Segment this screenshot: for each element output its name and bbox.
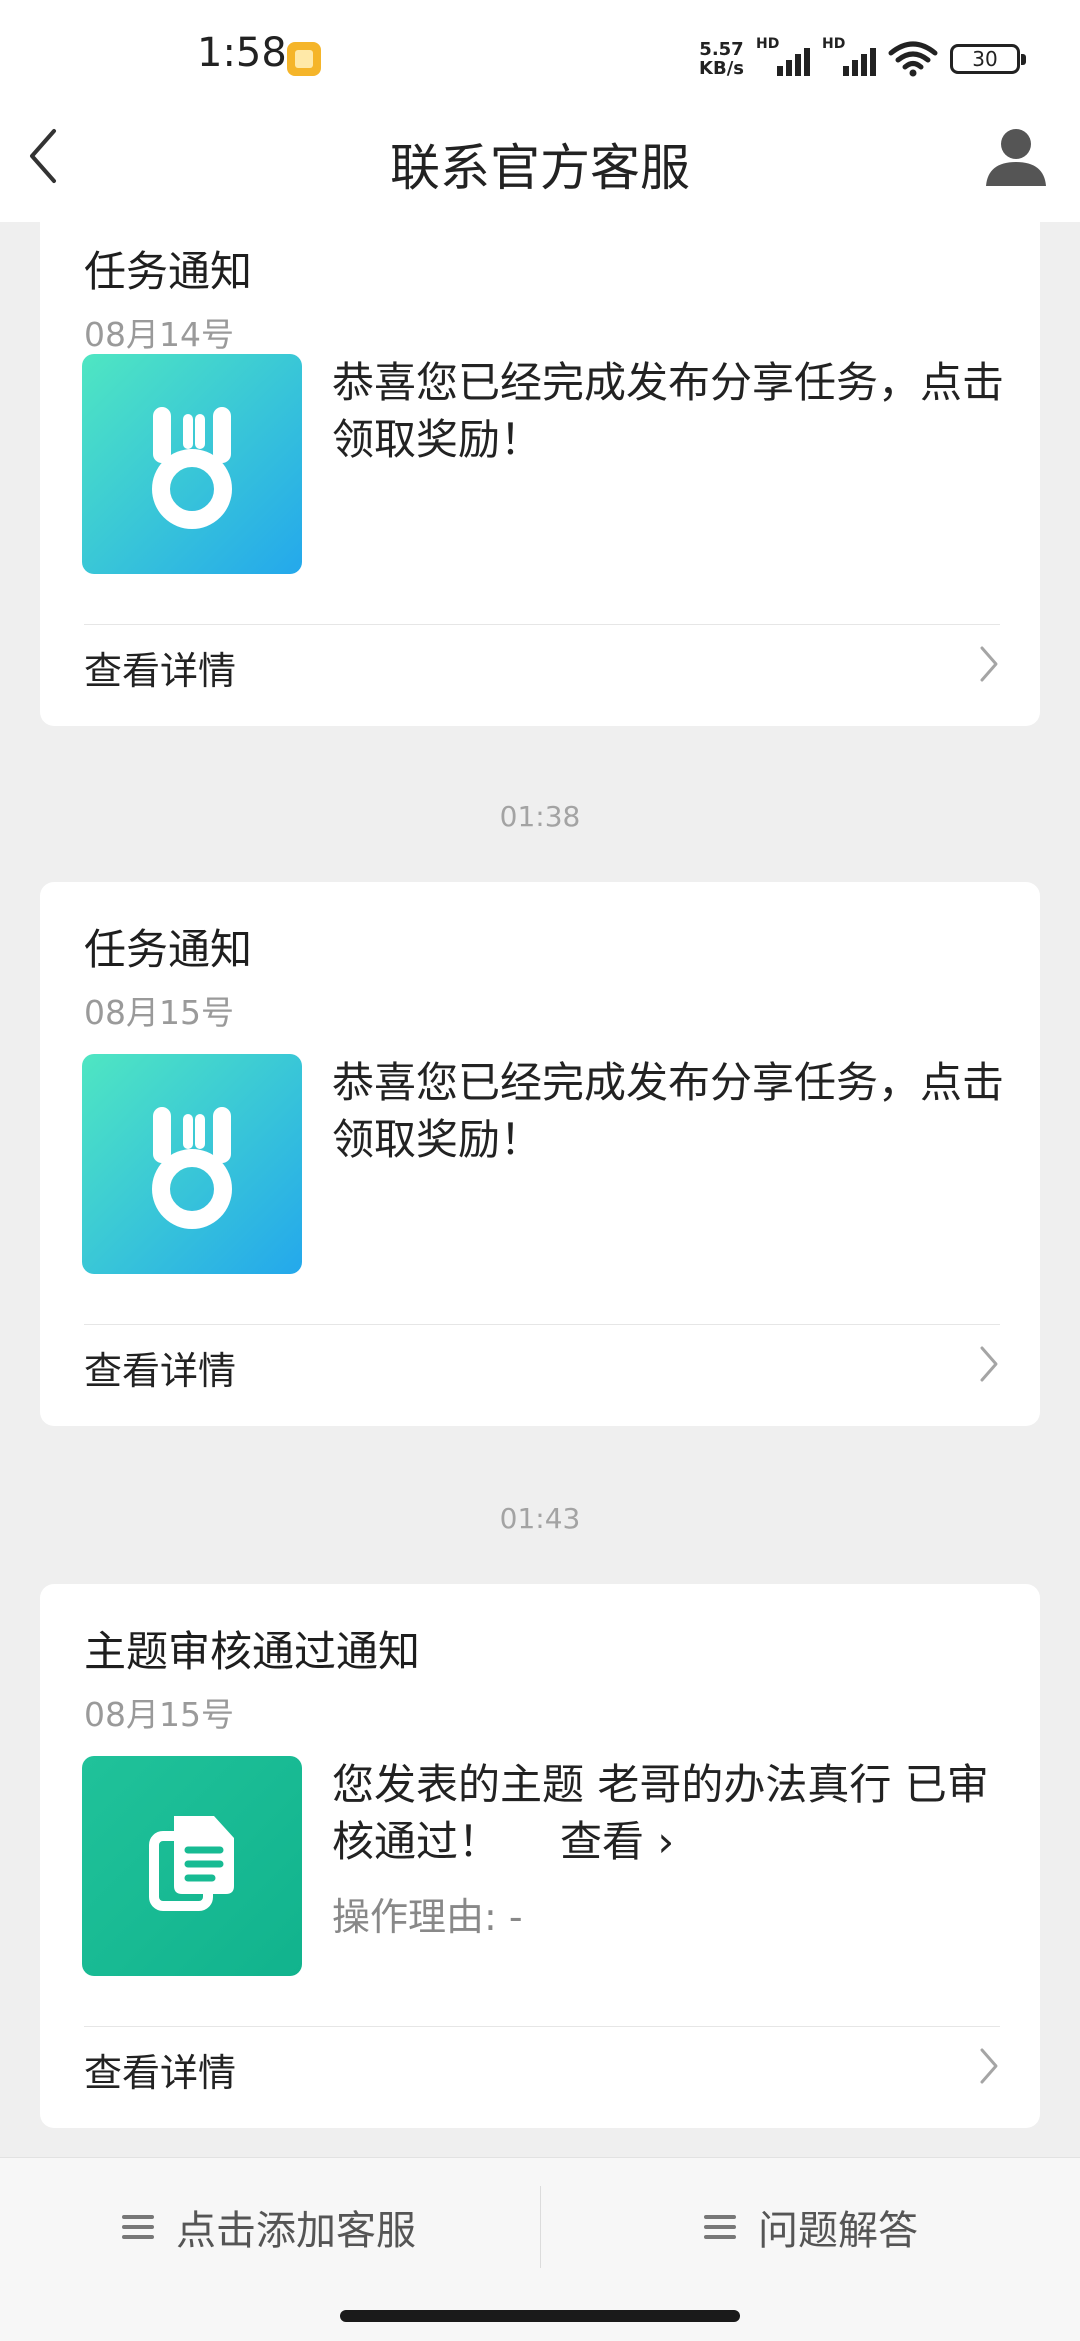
sim1-hd-label: HD [756,36,780,52]
profile-icon[interactable] [984,124,1048,188]
card-date: 08月15号 [84,993,234,1032]
card-date: 08月15号 [84,1695,234,1734]
notification-app-icon [287,42,321,76]
card-image [82,1756,302,1976]
add-service-button[interactable]: 点击添加客服 [0,2186,538,2268]
chevron-right-icon[interactable] [978,2046,1000,2086]
operation-reason: 操作理由: - [332,1895,523,1939]
card-title: 任务通知 [84,247,253,296]
message-card: 任务通知 08月14号 恭喜您已经完成发布分享任务，点击领取奖励！ 查看详情 [40,222,1040,726]
view-details-label[interactable]: 查看详情 [84,640,236,695]
sim2-hd-label: HD [822,36,846,52]
message-card: 任务通知 08月15号 恭喜您已经完成发布分享任务，点击领取奖励！ 查看详情 [40,882,1040,1426]
card-divider [84,1324,1000,1325]
message-timestamp: 01:38 [499,800,581,833]
view-topic-link[interactable]: 查看 › [560,1817,674,1866]
wifi-icon [888,41,938,77]
menu-icon [122,2215,154,2239]
network-speed-unit: KB/s [699,58,744,79]
chevron-right-icon[interactable] [978,1344,1000,1384]
medal-icon [152,1107,232,1229]
faq-button[interactable]: 问题解答 [542,2186,1080,2268]
battery-level: 30 [972,47,998,71]
menu-icon [704,2215,736,2239]
signal-sim1-icon: HD [756,36,810,78]
card-text: 您发表的主题 老哥的办法真行 已审核通过！ 查看 › [332,1756,1012,1870]
card-divider [84,2026,1000,2027]
add-service-label: 点击添加客服 [176,2208,416,2254]
message-timestamp: 01:43 [499,1502,581,1535]
home-indicator[interactable] [340,2310,740,2322]
chevron-right-icon[interactable] [978,644,1000,684]
card-date: 08月14号 [84,315,234,354]
card-title: 任务通知 [84,925,253,974]
message-card: 主题审核通过通知 08月15号 您发表的主题 老哥的办法真行 已审核通过！ 查看 … [40,1584,1040,2128]
status-indicators: 5.57 KB/s HD HD 30 [699,36,1026,82]
battery-icon: 30 [950,44,1026,74]
card-divider [84,624,1000,625]
faq-label: 问题解答 [758,2208,918,2254]
signal-sim2-icon: HD [822,36,876,78]
card-image [82,354,302,574]
status-time: 1:58 [197,30,287,76]
message-list[interactable]: 任务通知 08月14号 恭喜您已经完成发布分享任务，点击领取奖励！ 查看详情 0… [0,222,1080,2157]
document-icon [149,1816,234,1911]
view-details-label[interactable]: 查看详情 [84,2042,236,2097]
page-title: 联系官方客服 [390,139,690,197]
card-text: 恭喜您已经完成发布分享任务，点击领取奖励！ [332,1058,1005,1164]
card-text: 恭喜您已经完成发布分享任务，点击领取奖励！ [332,358,1005,464]
card-image [82,1054,302,1274]
status-bar: 1:58 5.57 KB/s HD HD 30 [0,0,1080,118]
menu-divider [540,2186,541,2268]
network-speed-value: 5.57 [699,39,744,60]
view-details-label[interactable]: 查看详情 [84,1340,236,1395]
medal-icon [152,407,232,529]
card-title: 主题审核通过通知 [84,1627,421,1676]
network-speed: 5.57 KB/s [699,40,744,78]
